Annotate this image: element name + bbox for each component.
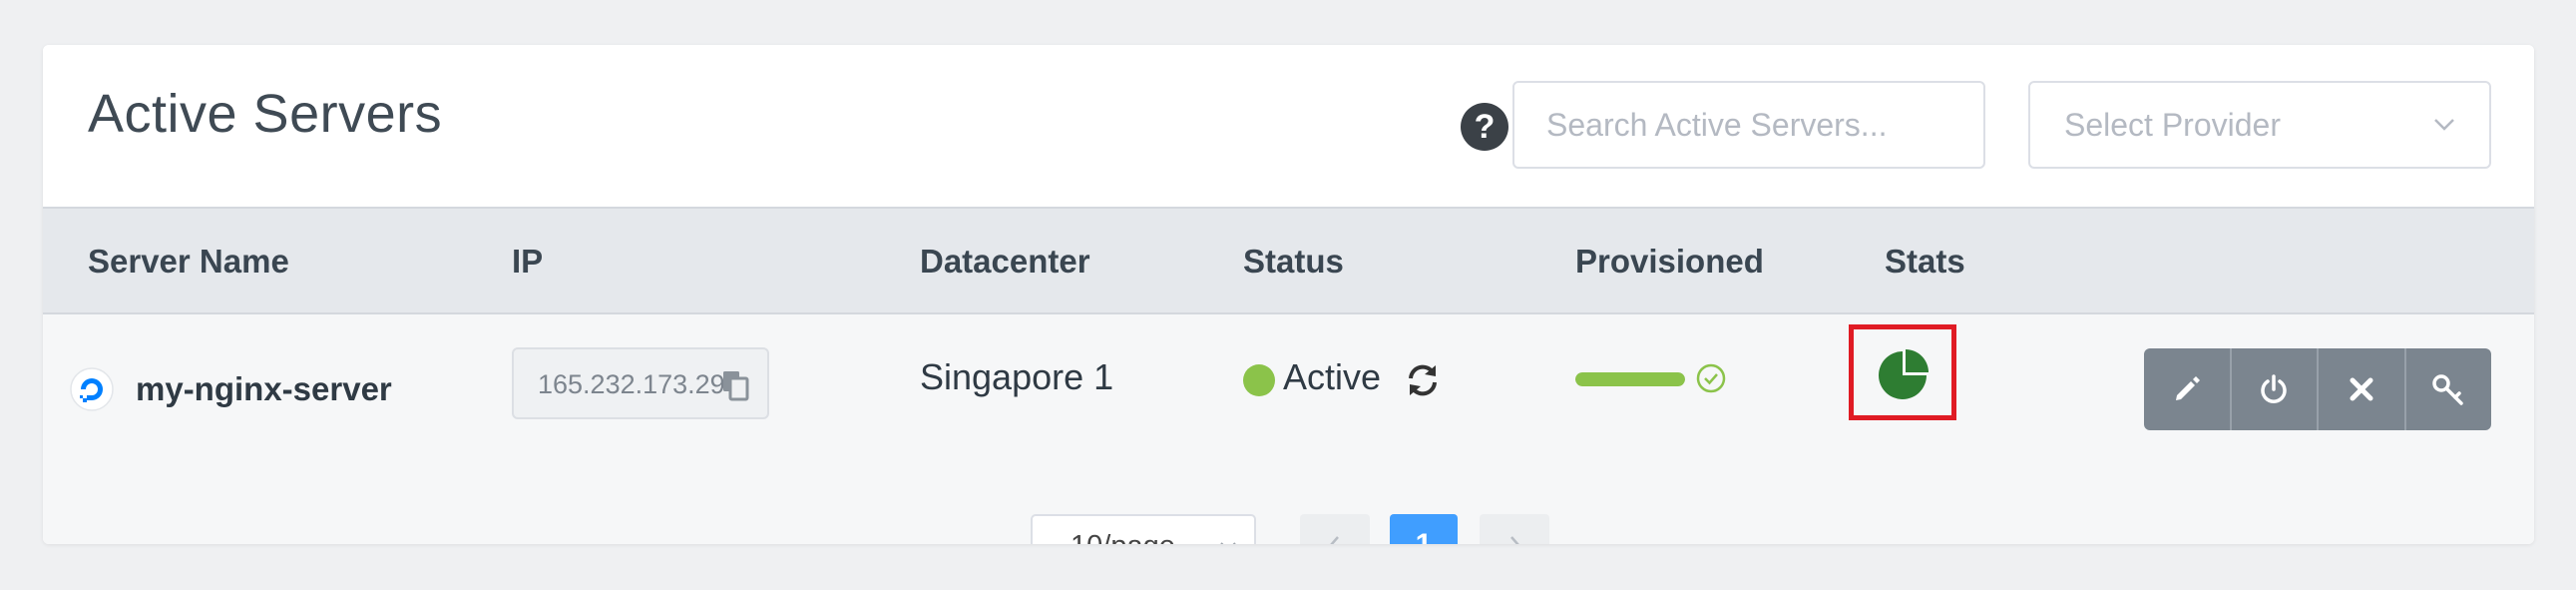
key-button[interactable]	[2405, 348, 2491, 430]
power-button[interactable]	[2231, 348, 2319, 430]
key-icon	[2432, 374, 2463, 405]
column-header-status[interactable]: Status	[1243, 243, 1344, 281]
column-header-server-name[interactable]: Server Name	[88, 243, 289, 281]
provider-select-placeholder: Select Provider	[2064, 107, 2281, 143]
previous-page-button[interactable]	[1300, 514, 1370, 544]
server-name[interactable]: my-nginx-server	[136, 370, 392, 408]
card-header: Active Servers ? Select Provider	[43, 45, 2534, 207]
power-icon	[2261, 374, 2287, 403]
provisioned-progress-bar	[1575, 372, 1685, 386]
table-header: Server Name IP Datacenter Status Provisi…	[43, 207, 2534, 314]
copy-icon[interactable]	[721, 369, 751, 401]
pie-chart-icon	[1879, 349, 1929, 399]
chevron-left-icon	[1330, 536, 1339, 544]
column-header-provisioned[interactable]: Provisioned	[1575, 243, 1764, 281]
status-indicator	[1243, 364, 1275, 396]
row-actions	[2144, 348, 2491, 430]
delete-button[interactable]	[2319, 348, 2406, 430]
page-title: Active Servers	[88, 84, 443, 144]
check-circle-icon	[1696, 363, 1726, 393]
next-page-button[interactable]	[1480, 514, 1549, 544]
column-header-ip[interactable]: IP	[512, 243, 543, 281]
help-icon[interactable]: ?	[1461, 103, 1508, 151]
table-body: my-nginx-server 165.232.173.29 Singapore…	[43, 314, 2534, 544]
digitalocean-logo-icon	[70, 367, 114, 411]
edit-icon	[2175, 376, 2200, 400]
delete-icon	[2350, 377, 2373, 401]
column-header-datacenter[interactable]: Datacenter	[920, 243, 1090, 281]
chevron-right-icon	[1510, 536, 1519, 544]
datacenter: Singapore 1	[920, 356, 1114, 397]
ip-field: 165.232.173.29	[512, 347, 769, 419]
column-header-stats[interactable]: Stats	[1885, 243, 1965, 281]
provisioned-progress-fill	[1575, 372, 1685, 386]
provider-select[interactable]: Select Provider	[2028, 81, 2491, 169]
search-input[interactable]	[1512, 81, 1985, 169]
status-text: Active	[1283, 356, 1382, 397]
chevron-down-icon	[2434, 119, 2454, 131]
ip-address: 165.232.173.29	[538, 369, 725, 399]
refresh-icon[interactable]	[1405, 362, 1441, 398]
active-servers-card: Active Servers ? Select Provider Server …	[43, 45, 2534, 544]
page-size-select[interactable]: 10/page	[1031, 514, 1256, 544]
chevron-down-icon	[1220, 542, 1236, 544]
page-size-value: 10/page	[1071, 530, 1175, 544]
edit-button[interactable]	[2144, 348, 2232, 430]
page-number-button[interactable]: 1	[1390, 514, 1458, 544]
stats-button[interactable]	[1849, 324, 1956, 420]
